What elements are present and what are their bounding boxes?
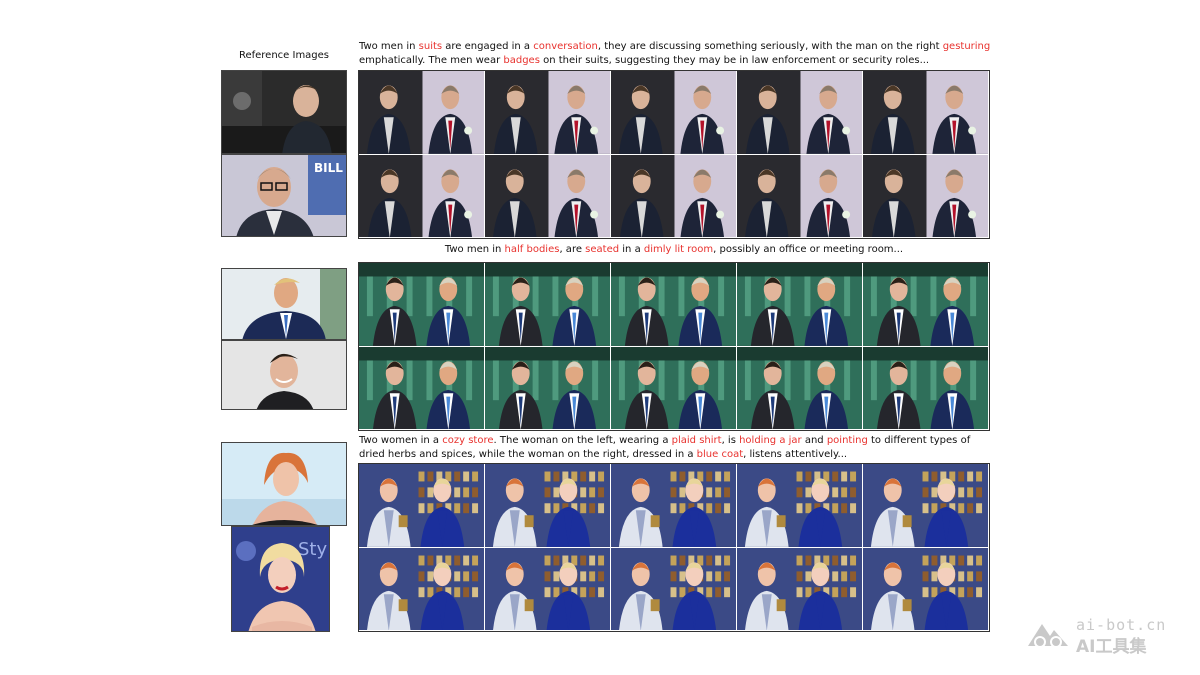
caption-text: , are — [559, 244, 586, 255]
caption-text: to different types of — [867, 435, 971, 446]
generated-frame — [611, 346, 737, 430]
generated-frame — [359, 263, 485, 347]
generated-frame — [485, 346, 611, 430]
generated-frame — [611, 71, 737, 155]
generated-frame — [359, 154, 485, 238]
caption-highlight: gesturing — [942, 41, 991, 52]
caption-highlight: pointing — [826, 435, 868, 446]
generated-frame — [485, 154, 611, 238]
caption-highlight: blue coat — [696, 449, 744, 460]
generated-frame — [737, 71, 863, 155]
caption-text: , is — [721, 435, 740, 446]
reference-image-woman-blonde: Sty — [231, 526, 330, 632]
caption-highlight: suits — [418, 41, 443, 52]
caption-highlight: seated — [585, 244, 620, 255]
generated-frame — [611, 263, 737, 347]
generated-frame — [737, 346, 863, 430]
generated-frames-grid-3 — [358, 463, 990, 632]
caption-text: Two men in — [444, 244, 505, 255]
caption-text: . The woman on the left, wearing a — [493, 435, 672, 446]
watermark: ai-bot.cn AI工具集 — [1024, 614, 1174, 657]
generated-frame — [863, 263, 989, 347]
generated-frame — [863, 346, 989, 430]
caption-highlight: dimly lit room — [643, 244, 714, 255]
generated-frame — [485, 547, 611, 631]
generated-frame — [359, 71, 485, 155]
generated-frame — [611, 154, 737, 238]
generated-frame — [485, 263, 611, 347]
reference-image-man-smiling — [221, 340, 347, 410]
caption-section-2: Two men in half bodies, are seated in a … — [359, 243, 989, 257]
generated-frame — [611, 547, 737, 631]
watermark-name: AI工具集 — [1076, 637, 1147, 657]
generated-frame — [359, 346, 485, 430]
watermark-logo-icon — [1028, 624, 1068, 648]
reference-image-man-blue-suit — [221, 268, 347, 340]
generated-frame — [485, 464, 611, 548]
caption-text: , they are discussing something seriousl… — [597, 41, 943, 52]
caption-text: Two women in a — [359, 435, 443, 446]
reference-image-woman-red-hair — [221, 442, 347, 526]
caption-section-3: Two women in a cozy store. The woman on … — [359, 434, 970, 462]
generated-frame — [737, 464, 863, 548]
generated-frames-grid-2 — [358, 262, 990, 431]
reference-images-title: Reference Images — [238, 50, 330, 61]
generated-frame — [359, 464, 485, 548]
generated-frame — [359, 547, 485, 631]
reference-backdrop-text: Sty — [298, 539, 327, 560]
generated-frame — [485, 71, 611, 155]
caption-highlight: half bodies — [504, 244, 560, 255]
generated-frame — [863, 71, 989, 155]
caption-text: are engaged in a — [442, 41, 534, 52]
generated-frame — [611, 464, 737, 548]
caption-highlight: cozy store — [442, 435, 494, 446]
caption-section-1: Two men in suits are engaged in a conver… — [359, 40, 990, 68]
caption-text: , possibly an office or meeting room... — [713, 244, 904, 255]
caption-highlight: badges — [503, 55, 540, 66]
caption-text: and — [801, 435, 827, 446]
caption-text: Two men in — [359, 41, 419, 52]
caption-text: on their suits, suggesting they may be i… — [539, 55, 930, 66]
reference-image-man-glasses: BILL — [221, 154, 347, 237]
generated-frame — [737, 154, 863, 238]
generated-frame — [737, 547, 863, 631]
generated-frame — [737, 263, 863, 347]
generated-frame — [863, 464, 989, 548]
caption-highlight: conversation — [533, 41, 598, 52]
generated-frame — [863, 547, 989, 631]
caption-text: , listens attentively... — [743, 449, 848, 460]
caption-text: emphatically. The men wear — [359, 55, 504, 66]
caption-text: in a — [619, 244, 644, 255]
caption-text: dried herbs and spices, while the woman … — [359, 449, 697, 460]
generated-frame — [863, 154, 989, 238]
caption-highlight: plaid shirt — [671, 435, 722, 446]
generated-frames-grid-1 — [358, 70, 990, 239]
reference-banner-text: BILL — [314, 161, 343, 175]
reference-image-man-dark-jacket — [221, 70, 347, 154]
caption-highlight: holding a jar — [739, 435, 802, 446]
